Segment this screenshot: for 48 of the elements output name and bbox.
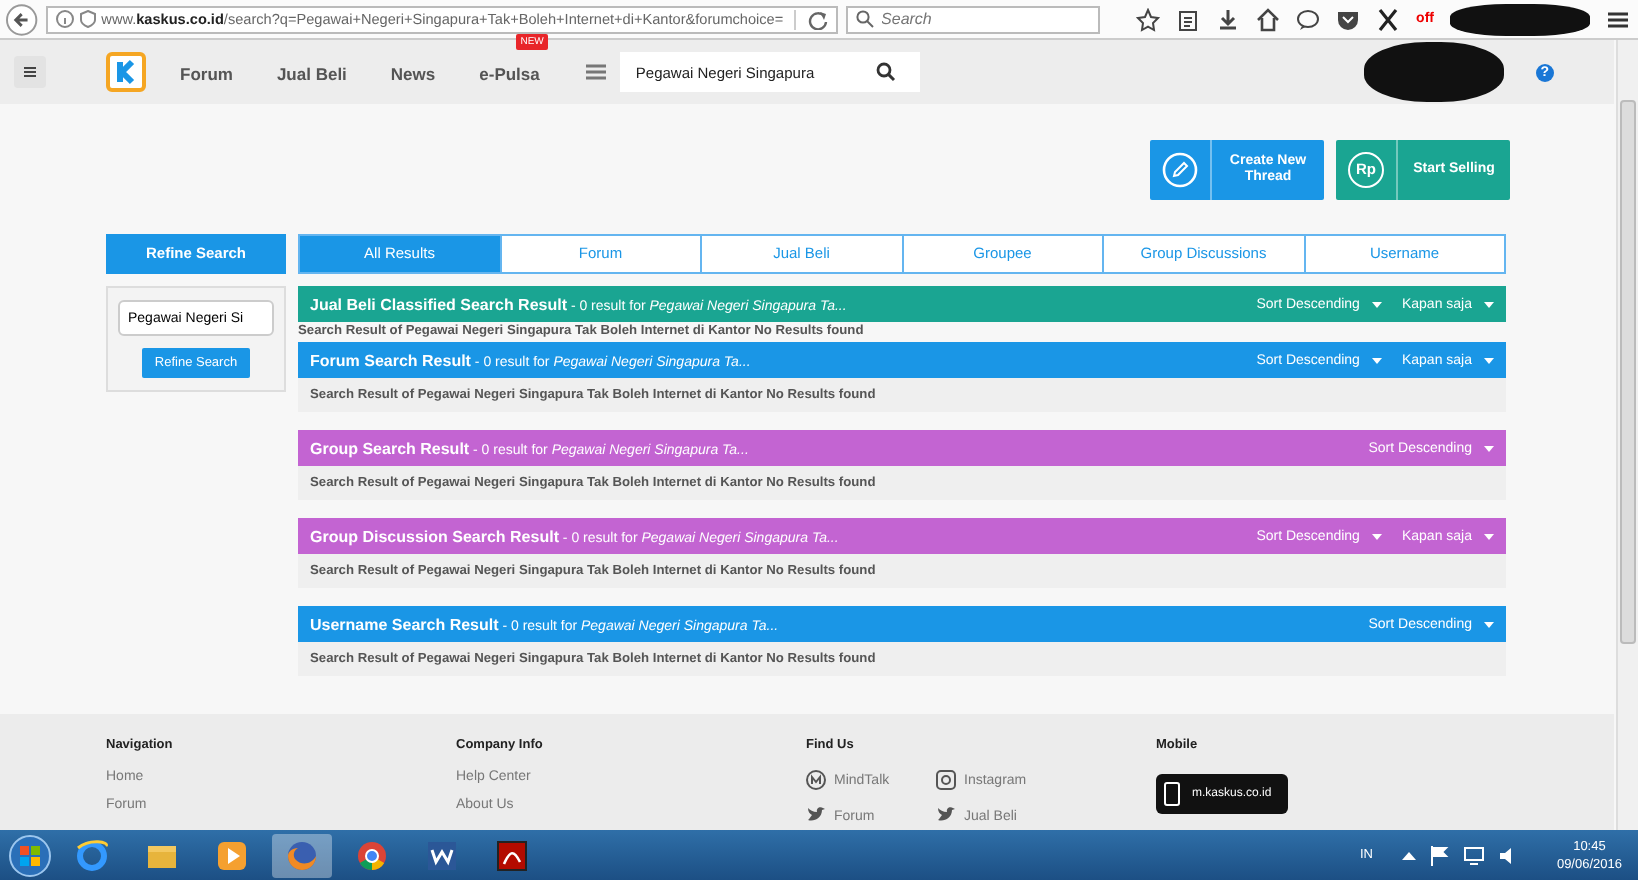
star-icon[interactable] — [1136, 7, 1161, 31]
nav-link[interactable]: Forum — [180, 64, 233, 84]
nav-link[interactable]: e-Pulsa — [479, 64, 540, 84]
search-icon[interactable] — [875, 62, 896, 82]
flag-icon[interactable] — [1430, 845, 1451, 865]
bird-icon — [806, 806, 826, 826]
network-icon[interactable] — [1464, 845, 1485, 865]
fox-globe-icon — [284, 837, 320, 873]
download-icon[interactable] — [1216, 7, 1241, 31]
caret-icon — [1371, 301, 1382, 307]
redacted-area — [1363, 42, 1504, 102]
caret-icon — [1484, 533, 1494, 539]
menu-icon[interactable] — [1606, 7, 1630, 31]
phone-icon — [1164, 782, 1180, 806]
x-icon[interactable] — [1376, 7, 1401, 31]
caret-icon — [1371, 533, 1382, 539]
nav-link[interactable]: News — [390, 64, 436, 84]
caret-icon — [1484, 445, 1494, 451]
chevron-up-icon[interactable] — [1402, 850, 1417, 860]
k-logo-icon[interactable] — [106, 52, 146, 92]
search-box[interactable]: Search — [845, 5, 1101, 33]
chrome-icon — [354, 837, 390, 873]
nav-link[interactable]: Jual Beli — [276, 64, 347, 84]
back-button[interactable] — [6, 3, 38, 35]
shield-icon — [79, 10, 96, 28]
caret-icon — [1484, 357, 1494, 363]
reload-icon[interactable] — [793, 9, 828, 29]
m-circle-icon — [806, 770, 826, 790]
clipboard-icon[interactable] — [1176, 7, 1201, 31]
play-icon — [214, 837, 250, 873]
bird-icon — [936, 806, 956, 826]
camera-icon — [936, 770, 956, 790]
caret-icon — [1484, 621, 1494, 627]
scrollbar[interactable] — [1616, 40, 1638, 830]
search-icon — [855, 10, 874, 28]
pocket-icon[interactable] — [1336, 7, 1361, 31]
info-icon — [55, 10, 74, 28]
menu-icon[interactable] — [14, 56, 46, 88]
pencil-icon — [1162, 152, 1198, 188]
caret-icon — [1484, 301, 1494, 307]
home-icon[interactable] — [1256, 7, 1281, 31]
pdf-icon — [494, 837, 530, 873]
caret-icon — [1371, 357, 1382, 363]
chat-icon[interactable] — [1296, 7, 1321, 31]
start-button[interactable] — [8, 833, 52, 877]
globe-icon — [74, 837, 110, 873]
redacted-area — [1450, 3, 1590, 35]
document-w-icon — [424, 837, 460, 873]
